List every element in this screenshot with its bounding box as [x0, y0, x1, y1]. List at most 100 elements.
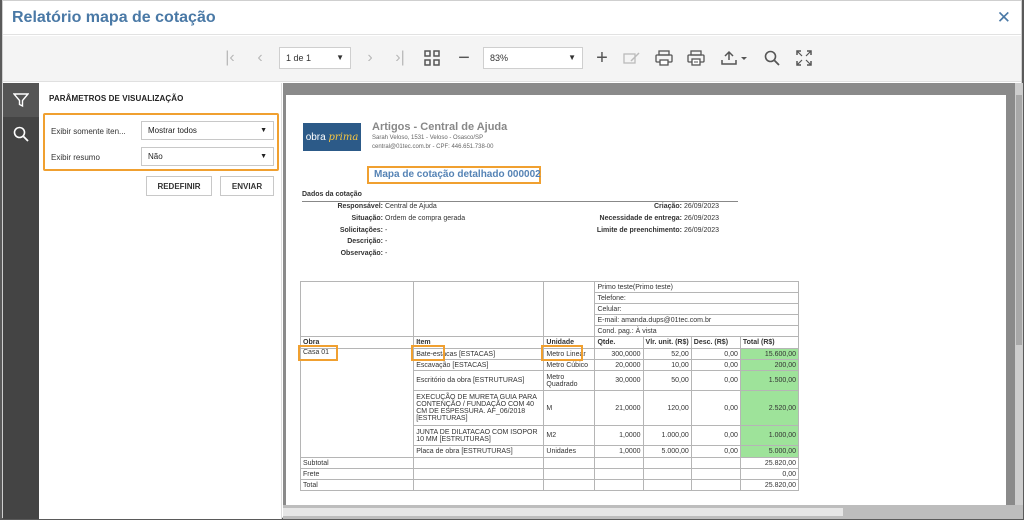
field-label-entrega: Necessidade de entrega:: [599, 215, 682, 222]
unit-cell: M: [543, 390, 596, 426]
field-value-limite: 26/09/2023: [684, 227, 720, 234]
horizontal-scroll-thumb[interactable]: [283, 508, 843, 516]
unit-price-cell: 1.000,00: [642, 425, 692, 446]
item-cell: Placa de obra [ESTRUTURAS]: [413, 445, 545, 458]
summary-label: Subtotal: [299, 457, 415, 469]
item-cell: Escritório da obra [ESTRUTURAS]: [413, 370, 545, 391]
company-contact: central@01tec.com.br - CPF: 446.651.738-…: [372, 144, 494, 150]
summary-row: Frete 0,00: [299, 468, 800, 480]
supplier-name: Primo teste(Primo teste): [594, 281, 799, 293]
company-logo: obra prima: [303, 123, 361, 151]
zoom-select[interactable]: 83% ▼: [483, 47, 583, 69]
field-value-responsavel: Central de Ajuda: [385, 203, 437, 210]
param-label-items: Exibir somente iten...: [51, 126, 126, 136]
field-value-descricao: -: [385, 238, 388, 245]
total-cell: 15.600,00: [739, 348, 800, 360]
total-cell: 1.500,00: [739, 370, 800, 391]
parameters-highlight: Exibir somente iten... Mostrar todos ▼ Ex…: [43, 113, 279, 171]
left-toolbar: [3, 83, 39, 519]
param-select-items[interactable]: Mostrar todos ▼: [141, 121, 274, 140]
report-viewer[interactable]: obra prima Artigos - Central de Ajuda Sa…: [283, 83, 1023, 519]
search-panel-icon[interactable]: [3, 117, 39, 151]
section-title: Dados da cotação: [302, 191, 362, 198]
column-header-unit-price: Vlr. unit. (R$): [642, 336, 692, 349]
param-select-summary[interactable]: Não ▼: [141, 147, 274, 166]
horizontal-scrollbar[interactable]: [283, 505, 1023, 519]
summary-row: Total 25.820,00: [299, 479, 800, 491]
column-header-total: Total (R$): [739, 336, 800, 349]
report-toolbar: |‹ ‹ 1 de 1 ▼ › ›| − 83% ▼ +: [3, 36, 1021, 82]
reset-button[interactable]: REDEFINIR: [146, 176, 212, 196]
field-label-situacao: Situação:: [351, 215, 383, 222]
vertical-scrollbar[interactable]: [1015, 83, 1023, 519]
send-button[interactable]: ENVIAR: [220, 176, 274, 196]
previous-page-icon[interactable]: ‹: [249, 46, 271, 70]
print-icon[interactable]: [653, 46, 675, 70]
first-page-icon[interactable]: |‹: [219, 46, 241, 70]
next-page-icon[interactable]: ›: [359, 46, 381, 70]
report-modal: Relatório mapa de cotação ✕ |‹ ‹ 1 de 1 ▼…: [2, 0, 1023, 519]
discount-cell: 0,00: [690, 348, 741, 360]
page-select[interactable]: 1 de 1 ▼: [279, 47, 351, 69]
company-address: Sarah Veloso, 1531 - Veloso - Osasco/SP: [372, 135, 484, 141]
divider: [302, 201, 738, 202]
summary-value: 0,00: [739, 468, 800, 480]
qty-cell: 1,0000: [594, 445, 644, 458]
zoom-in-icon[interactable]: +: [591, 46, 613, 70]
qty-cell: 300,0000: [594, 348, 644, 360]
obra-header-highlight: [298, 345, 338, 361]
column-header-discount: Desc. (R$): [690, 336, 741, 349]
item-cell: EXECUÇÃO DE MURETA GUIA PARA CONTENÇÃO /…: [413, 390, 545, 426]
unit-header-highlight: [541, 345, 583, 361]
discount-cell: 0,00: [690, 359, 741, 371]
supplier-phone: Telefone:: [594, 292, 799, 304]
company-name: Artigos - Central de Ajuda: [372, 121, 508, 133]
field-label-observacao: Observação:: [340, 250, 383, 257]
quotation-table: Primo teste(Primo teste) Telefone: Celul…: [299, 281, 800, 491]
summary-row: Subtotal 25.820,00: [299, 457, 800, 469]
unit-cell: Metro Quadrado: [543, 370, 596, 391]
modal-header: Relatório mapa de cotação ✕: [3, 1, 1021, 35]
total-cell: 2.520,00: [739, 390, 800, 426]
discount-cell: 0,00: [690, 445, 741, 458]
qty-cell: 20,0000: [594, 359, 644, 371]
field-value-solicitacoes: -: [385, 227, 388, 234]
unit-cell: Metro Cúbico: [543, 359, 596, 371]
unit-cell: M2: [543, 425, 596, 446]
panel-title: PARÂMETROS DE VISUALIZAÇÃO: [49, 94, 184, 103]
field-label-criacao: Criação:: [653, 203, 682, 210]
vertical-scroll-thumb[interactable]: [1016, 95, 1022, 345]
item-cell: JUNTA DE DILATACAO COM ISOPOR 10 MM [EST…: [413, 425, 545, 446]
unit-cell: Unidades: [543, 445, 596, 458]
modal-title: Relatório mapa de cotação: [12, 8, 216, 26]
last-page-icon[interactable]: ›|: [389, 46, 411, 70]
export-icon[interactable]: [717, 46, 751, 70]
total-cell: 5.000,00: [739, 445, 800, 458]
supplier-payment: Cond. pag.: À vista: [594, 325, 799, 337]
field-label-descricao: Descrição:: [347, 238, 383, 245]
unit-price-cell: 10,00: [642, 359, 692, 371]
param-label-summary: Exibir resumo: [51, 152, 100, 162]
discount-cell: 0,00: [690, 390, 741, 426]
fullscreen-icon[interactable]: [793, 46, 815, 70]
edit-icon[interactable]: [621, 46, 643, 70]
total-cell: 200,00: [739, 359, 800, 371]
total-cell: 1.000,00: [739, 425, 800, 446]
summary-value: 25.820,00: [739, 457, 800, 469]
filter-icon[interactable]: [3, 83, 39, 117]
summary-label: Total: [299, 479, 415, 491]
discount-cell: 0,00: [690, 425, 741, 446]
zoom-out-icon[interactable]: −: [453, 46, 475, 70]
supplier-email: E-mail: amanda.dups@01tec.com.br: [594, 314, 799, 326]
qty-cell: 1,0000: [594, 425, 644, 446]
print-page-icon[interactable]: [685, 46, 707, 70]
report-page: obra prima Artigos - Central de Ajuda Sa…: [286, 95, 1006, 505]
qty-cell: 21,0000: [594, 390, 644, 426]
unit-price-cell: 5.000,00: [642, 445, 692, 458]
parameters-panel: PARÂMETROS DE VISUALIZAÇÃO Exibir soment…: [39, 83, 282, 519]
search-icon[interactable]: [761, 46, 783, 70]
thumbnails-icon[interactable]: [421, 46, 443, 70]
close-icon[interactable]: ✕: [997, 8, 1011, 28]
field-label-solicitacoes: Solicitações:: [339, 227, 383, 234]
qty-cell: 30,0000: [594, 370, 644, 391]
